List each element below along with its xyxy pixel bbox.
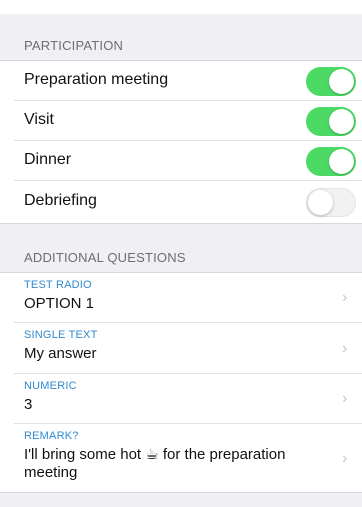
toggle-knob: [329, 149, 354, 174]
additional-questions-header-label: ADDITIONAL QUESTIONS: [24, 250, 186, 265]
participation-header-label: PARTICIPATION: [24, 38, 124, 53]
toggle-knob: [329, 109, 354, 134]
visit-toggle[interactable]: [306, 107, 356, 136]
toggle-label: Dinner: [24, 151, 72, 168]
toggle-knob: [329, 69, 354, 94]
chevron-right-icon: ›: [342, 450, 348, 467]
field-title: NUMERIC: [24, 380, 77, 392]
field-title: TEST RADIO: [24, 279, 92, 291]
toggle-knob: [308, 190, 333, 215]
field-title: REMARK?: [24, 430, 79, 442]
preparation-meeting-toggle[interactable]: [306, 67, 356, 96]
field-value: My answer: [24, 345, 97, 362]
toggle-label: Preparation meeting: [24, 71, 169, 88]
toggle-row-debriefing: Debriefing: [0, 182, 362, 222]
footer-band: [0, 492, 362, 507]
field-title: SINGLE TEXT: [24, 329, 98, 341]
field-value: 3: [24, 396, 33, 413]
debriefing-toggle[interactable]: [306, 188, 356, 217]
field-row-single-text[interactable]: SINGLE TEXT My answer ›: [0, 323, 362, 374]
participation-section-header: PARTICIPATION: [0, 14, 362, 61]
additional-questions-section-header: ADDITIONAL QUESTIONS: [0, 223, 362, 273]
field-value: OPTION 1: [24, 295, 95, 312]
toggle-label: Debriefing: [24, 192, 97, 209]
field-row-test-radio[interactable]: TEST RADIO OPTION 1 ›: [0, 273, 362, 323]
toggle-row-visit: Visit: [0, 101, 362, 141]
toggle-row-preparation-meeting: Preparation meeting: [0, 61, 362, 101]
dinner-toggle[interactable]: [306, 147, 356, 176]
field-value: I'll bring some hot ☕ for the preparatio…: [24, 446, 286, 481]
row-separator: [14, 180, 362, 181]
chevron-right-icon: ›: [342, 390, 348, 407]
toggle-row-dinner: Dinner: [0, 141, 362, 181]
settings-page: PARTICIPATION Preparation meeting Visit …: [0, 14, 362, 507]
field-row-numeric[interactable]: NUMERIC 3 ›: [0, 374, 362, 424]
field-row-remark[interactable]: REMARK? I'll bring some hot ☕ for the pr…: [0, 424, 362, 492]
chevron-right-icon: ›: [342, 289, 348, 306]
toggle-label: Visit: [24, 111, 54, 128]
chevron-right-icon: ›: [342, 340, 348, 357]
